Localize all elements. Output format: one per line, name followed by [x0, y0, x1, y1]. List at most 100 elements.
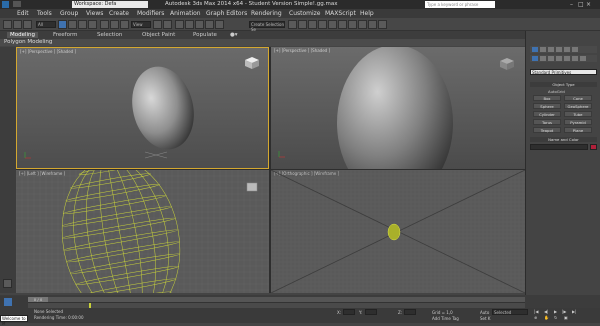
cone-button[interactable]: Cone — [564, 95, 592, 101]
shapes-icon[interactable] — [540, 56, 546, 61]
edit-named-selection-icon[interactable] — [215, 20, 224, 29]
viewcube-icon[interactable] — [244, 56, 260, 70]
systems-icon[interactable] — [580, 56, 586, 61]
render-setup-icon[interactable] — [358, 20, 367, 29]
motion-tab-icon[interactable] — [556, 47, 562, 52]
redo-icon[interactable] — [13, 20, 22, 29]
orbit-icon[interactable]: ↻ — [554, 315, 557, 320]
viewport-divider-h[interactable] — [16, 169, 525, 170]
viewcube-icon[interactable] — [246, 182, 258, 192]
window-crossing-icon[interactable] — [88, 20, 97, 29]
prev-frame-icon[interactable]: ◀| — [544, 309, 548, 314]
cameras-icon[interactable] — [556, 56, 562, 61]
quick-access-icons[interactable] — [13, 1, 21, 7]
spinner-snap-icon[interactable] — [205, 20, 214, 29]
workspace-dropdown[interactable]: Workspace: Defa — [72, 1, 148, 8]
menu-graph-editors[interactable]: Graph Editors — [206, 10, 247, 17]
percent-snap-icon[interactable] — [195, 20, 204, 29]
teapot-button[interactable]: Teapot — [533, 127, 561, 133]
helpers-icon[interactable] — [564, 56, 570, 61]
mini-curve-toggle[interactable] — [0, 296, 28, 308]
hierarchy-tab-icon[interactable] — [548, 47, 554, 52]
sphere-button[interactable]: Sphere — [533, 103, 561, 109]
rect-selection-icon[interactable] — [78, 20, 87, 29]
menu-create[interactable]: Create — [109, 10, 129, 17]
menu-rendering[interactable]: Rendering — [251, 10, 282, 17]
box-button[interactable]: Box — [533, 95, 561, 101]
curve-editor-icon[interactable] — [328, 20, 337, 29]
z-coord-field[interactable] — [404, 309, 416, 315]
ribbon-options-icon[interactable]: ●▾ — [230, 32, 238, 38]
graphite-toggle-icon[interactable] — [318, 20, 327, 29]
menu-customize[interactable]: Customize — [289, 10, 321, 17]
named-selection-dropdown[interactable]: Create Selection Se — [249, 21, 285, 32]
play-icon[interactable]: ▶ — [554, 309, 557, 314]
geosphere-button[interactable]: GeoSphere — [564, 103, 592, 109]
tab-modeling[interactable]: Modeling — [7, 32, 39, 38]
add-time-tag[interactable]: Add Time Tag — [432, 316, 459, 321]
mirror-icon[interactable] — [288, 20, 297, 29]
key-filter-dropdown[interactable]: Selected — [492, 309, 528, 315]
reference-coord-dropdown[interactable]: View — [131, 21, 151, 28]
viewcube-icon[interactable] — [499, 57, 515, 71]
scale-icon[interactable] — [120, 20, 129, 29]
set-key-button[interactable]: Set K — [480, 316, 490, 321]
object-name-field[interactable] — [530, 144, 588, 150]
select-by-name-icon[interactable] — [68, 20, 77, 29]
next-frame-icon[interactable]: |▶ — [562, 309, 566, 314]
rotate-icon[interactable] — [110, 20, 119, 29]
tab-object-paint[interactable]: Object Paint — [142, 32, 175, 38]
pan-icon[interactable]: ✋ — [544, 315, 549, 320]
app-logo-icon[interactable] — [2, 1, 9, 8]
menu-views[interactable]: Views — [86, 10, 103, 17]
link-icon[interactable] — [23, 20, 32, 29]
torus-button[interactable]: Torus — [533, 119, 561, 125]
viewport-perspective-2[interactable]: [+] [Perspective ] [Shaded ] — [271, 47, 525, 169]
object-type-rollout[interactable]: Object Type — [530, 82, 597, 87]
menu-tools[interactable]: Tools — [37, 10, 52, 17]
rendered-frame-icon[interactable] — [368, 20, 377, 29]
schematic-view-icon[interactable] — [338, 20, 347, 29]
display-tab-icon[interactable] — [564, 47, 570, 52]
tab-selection[interactable]: Selection — [97, 32, 122, 38]
menu-group[interactable]: Group — [60, 10, 78, 17]
align-icon[interactable] — [298, 20, 307, 29]
y-coord-field[interactable] — [365, 309, 377, 315]
menu-maxscript[interactable]: MAXScript — [325, 10, 356, 17]
viewport-orthographic[interactable]: [+] [Orthographic ] [Wireframe ] — [271, 170, 525, 293]
viewport-layout-icon[interactable] — [3, 279, 12, 288]
cylinder-button[interactable]: Cylinder — [533, 111, 561, 117]
pivot-icon[interactable] — [153, 20, 162, 29]
go-to-start-icon[interactable]: |◀ — [534, 309, 538, 314]
go-to-end-icon[interactable]: ▶| — [572, 309, 576, 314]
maximize-icon[interactable]: □ — [578, 1, 584, 8]
primitive-category-dropdown[interactable]: Standard Primitives — [530, 69, 597, 75]
menu-animation[interactable]: Animation — [170, 10, 201, 17]
move-icon[interactable] — [100, 20, 109, 29]
maxscript-listener-input[interactable]: Welcome to M — [0, 315, 28, 326]
tab-freeform[interactable]: Freeform — [53, 32, 78, 38]
lights-icon[interactable] — [548, 56, 554, 61]
name-color-rollout[interactable]: Name and Color — [530, 137, 597, 142]
maximize-viewport-icon[interactable]: ▣ — [564, 315, 568, 320]
layer-manager-icon[interactable] — [308, 20, 317, 29]
viewport-left[interactable]: [+] [Left ] [Wireframe ] — [16, 170, 269, 293]
menu-modifiers[interactable]: Modifiers — [137, 10, 164, 17]
select-manipulate-icon[interactable] — [163, 20, 172, 29]
menu-help[interactable]: Help — [360, 10, 374, 17]
mini-listener-icon[interactable] — [4, 298, 12, 306]
modify-tab-icon[interactable] — [540, 47, 546, 52]
minimize-icon[interactable]: – — [570, 1, 573, 8]
autogrid-checkbox[interactable]: AutoGrid — [548, 89, 565, 94]
pyramid-button[interactable]: Pyramid — [564, 119, 592, 125]
selection-filter-dropdown[interactable]: All — [36, 21, 56, 28]
viewport-divider-v[interactable] — [269, 47, 271, 293]
plane-button[interactable]: Plane — [564, 127, 592, 133]
viewport-perspective-1[interactable]: [+] [Perspective ] [Shaded ] — [16, 47, 269, 169]
utilities-tab-icon[interactable] — [572, 47, 578, 52]
x-coord-field[interactable] — [343, 309, 355, 315]
create-tab-icon[interactable] — [532, 47, 538, 52]
zoom-icon[interactable]: ⊕ — [534, 315, 537, 320]
search-input[interactable]: Type a keyword or phrase — [425, 1, 495, 8]
object-color-swatch[interactable] — [590, 144, 597, 150]
